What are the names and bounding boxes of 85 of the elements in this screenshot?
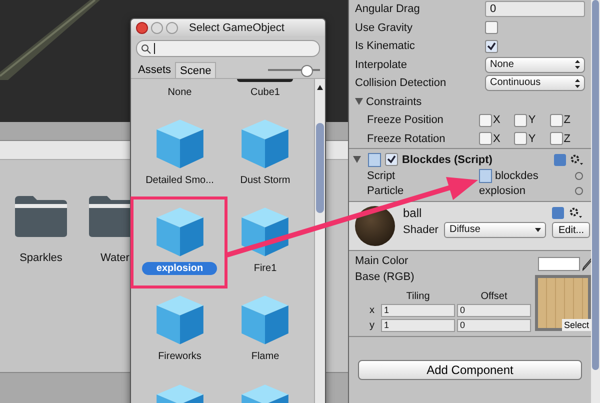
checkbox[interactable] xyxy=(485,40,498,53)
input-field[interactable]: 1 xyxy=(381,319,455,332)
stepper-arrows-icon xyxy=(575,60,580,70)
script-icon xyxy=(368,152,381,166)
caret-icon xyxy=(535,228,542,232)
field-label: Freeze Rotation xyxy=(367,132,446,145)
help-icon[interactable] xyxy=(552,207,564,219)
checkbox[interactable] xyxy=(479,114,492,127)
folder-label: Water xyxy=(100,252,130,264)
close-button[interactable] xyxy=(136,22,148,34)
stepper-arrows-icon xyxy=(575,78,580,88)
axis-label: Z xyxy=(564,132,570,145)
eyedropper-icon[interactable] xyxy=(582,258,593,270)
column-label: Tiling xyxy=(405,291,431,302)
checkbox[interactable] xyxy=(485,21,498,34)
component-title: Blockdes (Script) xyxy=(402,154,494,166)
checkbox[interactable] xyxy=(514,114,528,127)
asset-item[interactable]: Fireworks xyxy=(152,350,208,363)
color-swatch[interactable] xyxy=(538,257,580,271)
checkbox[interactable] xyxy=(550,132,563,146)
field-label: Interpolate xyxy=(355,58,408,71)
input-field[interactable]: 1 xyxy=(381,304,455,317)
window-title: Select GameObject xyxy=(189,22,284,34)
foldout-arrow-icon[interactable] xyxy=(355,98,363,106)
asset-item[interactable]: Flame xyxy=(245,350,286,363)
input-field[interactable]: 0 xyxy=(457,319,531,332)
input-field[interactable]: 0 xyxy=(485,1,585,18)
input-field[interactable]: 0 xyxy=(457,304,531,317)
field-label: Main Color xyxy=(355,255,410,267)
asset-item[interactable]: Cube1 xyxy=(244,86,286,99)
axis-label: Z xyxy=(564,114,570,126)
scroll-thumb[interactable] xyxy=(316,123,324,213)
foldout-arrow-icon[interactable] xyxy=(353,156,361,163)
select-button[interactable]: Select xyxy=(562,319,591,331)
dropdown[interactable]: None xyxy=(485,56,585,73)
material-name: ball xyxy=(403,206,422,220)
settings-icon[interactable] xyxy=(569,207,582,219)
axis-label: y xyxy=(368,320,376,331)
field-label: Particle xyxy=(367,184,405,196)
dropdown[interactable]: Continuous xyxy=(485,75,585,92)
scrollbar[interactable] xyxy=(314,79,325,403)
field-label: Script xyxy=(367,170,396,182)
scroll-up-icon[interactable] xyxy=(317,85,323,90)
search-field[interactable] xyxy=(136,40,320,57)
field-label: Is Kinematic xyxy=(355,40,416,52)
axis-label: x xyxy=(368,305,376,316)
field-label: Use Gravity xyxy=(355,22,414,34)
field-label: Base (RGB) xyxy=(355,271,416,283)
asset-item[interactable]: explosion xyxy=(142,262,218,275)
scroll-thumb[interactable] xyxy=(592,0,599,370)
section-label: Constraints xyxy=(366,96,422,108)
checkbox[interactable] xyxy=(514,132,528,146)
axis-label: Y xyxy=(528,114,536,126)
folder-label: Sparkles xyxy=(20,252,62,264)
search-icon xyxy=(141,44,151,54)
dropdown[interactable]: Diffuse xyxy=(444,222,546,238)
asset-item[interactable]: None xyxy=(162,86,198,99)
folder-icon[interactable] xyxy=(13,194,69,238)
edit-button[interactable]: Edit... xyxy=(552,222,590,238)
checkbox[interactable] xyxy=(385,153,398,166)
zoom-slider[interactable] xyxy=(268,64,320,74)
asset-item[interactable]: Detailed Smo... xyxy=(140,174,220,187)
asset-item[interactable]: Fire1 xyxy=(248,262,283,275)
axis-label: Y xyxy=(528,132,536,145)
axis-label: X xyxy=(493,114,500,126)
settings-icon[interactable] xyxy=(570,154,583,166)
field-label: Freeze Position xyxy=(367,114,444,126)
field-label: Collision Detection xyxy=(355,77,448,90)
axis-label: X xyxy=(493,132,500,145)
checkbox[interactable] xyxy=(479,132,492,146)
tab[interactable]: Scene xyxy=(175,62,216,78)
script-icon xyxy=(479,168,492,182)
checkbox[interactable] xyxy=(550,114,563,127)
asset-item[interactable]: Dust Storm xyxy=(234,174,296,187)
object-field[interactable]: explosion xyxy=(479,184,526,196)
help-icon[interactable] xyxy=(554,154,566,166)
field-label: Shader xyxy=(403,224,438,236)
object-field[interactable]: blockdes xyxy=(495,170,538,182)
scrollbar[interactable] xyxy=(591,0,600,403)
field-label: Angular Drag xyxy=(355,3,421,16)
object-preview xyxy=(237,79,294,82)
column-label: Offset xyxy=(480,291,508,302)
add-component-button[interactable]: Add Component xyxy=(358,360,582,380)
zoom-button[interactable] xyxy=(166,22,178,34)
tab[interactable]: Assets xyxy=(134,62,176,78)
